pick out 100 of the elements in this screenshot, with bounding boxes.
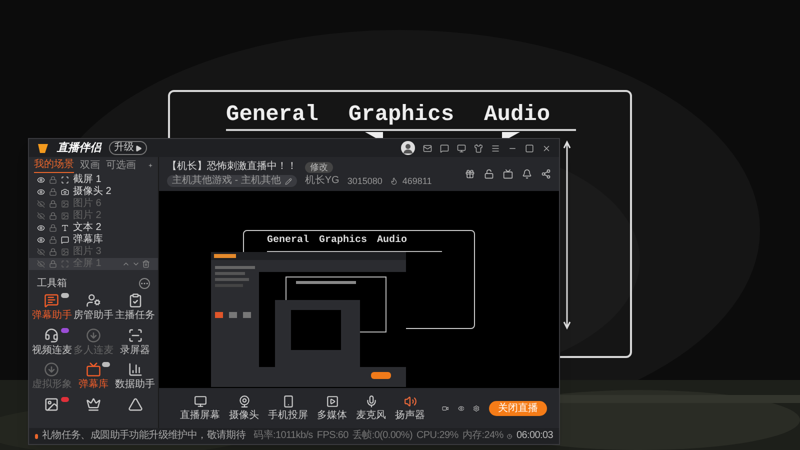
text-icon (61, 224, 69, 232)
scene-tab[interactable]: 可选画 (106, 158, 136, 172)
down-icon[interactable] (132, 260, 140, 268)
menu-heading[interactable]: Audio (484, 98, 550, 131)
play-icon (326, 394, 338, 408)
stat-text: CPU:29% (416, 430, 458, 442)
chat-icon[interactable] (440, 144, 449, 152)
control-button[interactable]: 扬声器 (395, 394, 425, 422)
close-icon[interactable] (542, 144, 551, 152)
more-icon[interactable] (139, 278, 150, 288)
fullscreen-icon (61, 260, 69, 268)
control-button[interactable]: 手机投屏 (268, 394, 308, 422)
webcam-icon (238, 394, 250, 408)
bell-icon[interactable] (522, 169, 532, 179)
chat-icon (61, 236, 69, 244)
maximize-icon[interactable] (525, 144, 534, 152)
control-button[interactable]: 摄像头 (229, 394, 259, 422)
trash-icon[interactable] (142, 260, 150, 268)
source-row[interactable]: 截屏 1 (29, 174, 158, 186)
control-button[interactable]: 多媒体 (317, 394, 347, 422)
eye-icon[interactable] (37, 236, 45, 244)
scene-tab[interactable]: 双画 (80, 158, 100, 172)
crown-icon (86, 396, 101, 412)
flame-icon (390, 177, 398, 185)
notice-text: 礼物任务、成圆助手功能升级维护中，敬请期待 (42, 430, 246, 442)
tool-item[interactable]: 弹幕助手 (31, 293, 73, 323)
clipboard-icon (128, 293, 143, 308)
lock-icon[interactable] (49, 212, 57, 220)
shirt-icon[interactable] (474, 144, 483, 152)
monitor-icon[interactable] (457, 144, 466, 152)
streamer-name: 机长YG (304, 175, 340, 187)
tool-item[interactable]: 数据助手 (114, 362, 156, 392)
monitor-icon (194, 394, 206, 408)
triangle-icon (128, 396, 143, 412)
menu-heading: General (267, 234, 310, 248)
eye-icon[interactable] (37, 188, 45, 196)
source-name: 图片 6 (73, 198, 102, 210)
tool-item[interactable]: 弹幕库 (72, 362, 114, 392)
unlock-icon[interactable] (484, 169, 494, 179)
control-button[interactable]: 麦克风 (356, 394, 386, 422)
settings-icon[interactable] (473, 402, 480, 414)
lock-icon[interactable] (49, 188, 57, 196)
app-title: 直播伴侣 (57, 140, 101, 156)
eye-off-icon[interactable] (37, 200, 45, 208)
avatar[interactable] (401, 141, 415, 155)
stat-text: 内存:24% (462, 430, 504, 442)
tv-icon (86, 362, 101, 377)
clock-icon (507, 432, 512, 440)
mail-icon[interactable] (423, 144, 432, 152)
lock-icon[interactable] (49, 236, 57, 244)
source-name: 弹幕库 (73, 234, 103, 246)
scrollbar-drawing[interactable] (562, 140, 572, 330)
source-name: 图片 3 (73, 246, 102, 258)
menu-heading[interactable]: Graphics (348, 98, 454, 131)
lock-icon[interactable] (49, 176, 57, 184)
chart-icon (128, 362, 143, 377)
screen-icon (61, 176, 69, 184)
image-icon (61, 248, 69, 256)
stat-text: FPS:60 (316, 430, 348, 442)
tv-icon[interactable] (503, 169, 513, 179)
tool-item[interactable]: 录屏器 (114, 328, 156, 358)
tool-item[interactable]: 视频连麦 (31, 328, 73, 358)
eye-off-icon[interactable] (37, 212, 45, 220)
menu-heading: Graphics (319, 234, 368, 248)
play-icon (135, 144, 142, 152)
control-button[interactable]: 直播屏幕 (180, 394, 220, 422)
eye-icon[interactable] (37, 176, 45, 184)
category-tag[interactable]: 主机其他游戏 - 主机其他 (167, 175, 297, 187)
scene-tab[interactable]: 我的场景 (34, 158, 74, 173)
up-icon[interactable] (122, 260, 130, 268)
lock-icon[interactable] (49, 200, 57, 208)
source-row[interactable]: 摄像头 2 (29, 186, 158, 198)
chat-icon (44, 293, 60, 308)
speaker-icon (404, 394, 416, 408)
source-name: 文本 2 (73, 222, 102, 234)
gift-icon[interactable] (465, 169, 475, 179)
tool-item[interactable]: 房管助手 (72, 293, 114, 323)
eye-icon[interactable] (37, 224, 45, 232)
tool-item[interactable]: 主播任务 (114, 293, 156, 323)
stream-title: 【机长】恐怖刺激直播中！！ (167, 161, 297, 173)
source-name: 摄像头 2 (73, 186, 112, 198)
edit-button[interactable]: 修改 (305, 162, 333, 172)
live-time: 06:00:03 (516, 430, 553, 442)
lock-icon[interactable] (49, 260, 57, 268)
image-icon (61, 200, 69, 208)
headset-icon (44, 328, 60, 342)
image-icon (61, 212, 69, 220)
source-row[interactable]: 弹幕库 (29, 234, 158, 246)
menu-icon[interactable] (491, 144, 500, 152)
camera-icon (61, 188, 69, 196)
share-icon[interactable] (541, 169, 551, 179)
source-name: 图片 2 (73, 210, 102, 222)
lock-icon[interactable] (49, 224, 57, 232)
lock-icon[interactable] (49, 248, 57, 256)
download-icon (86, 328, 101, 342)
upgrade-badge[interactable]: 升级 (109, 141, 147, 155)
stat-text: 丢帧:0(0.00%) (352, 430, 413, 442)
source-row[interactable]: 文本 2 (29, 222, 158, 234)
eye-off-icon[interactable] (37, 248, 45, 256)
menu-heading[interactable]: General (226, 98, 318, 131)
